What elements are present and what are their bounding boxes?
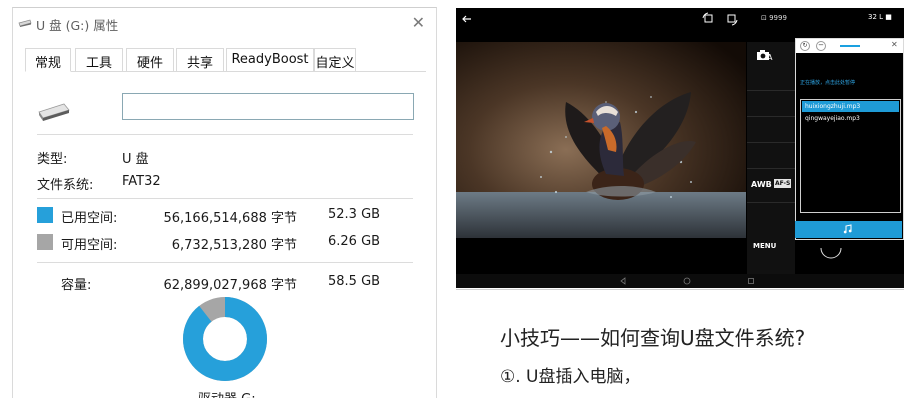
tab-label: 自定义 — [315, 56, 355, 71]
camera-controls-panel: A AWB AF-S MENU — [747, 42, 795, 274]
rotate-icon[interactable] — [724, 12, 738, 26]
type-label: 类型: — [37, 152, 68, 167]
section-divider — [37, 134, 413, 135]
tab-readyboost[interactable]: ReadyBoost — [226, 48, 314, 72]
filesystem-label: 文件系统: — [37, 178, 94, 193]
tab-tools[interactable]: 工具 — [75, 48, 123, 72]
tab-customize[interactable]: 自定义 — [314, 48, 356, 72]
music-note-icon — [843, 224, 852, 234]
tip-step-1: ①. U盘插入电脑， — [500, 367, 641, 387]
nav-back-icon[interactable] — [619, 277, 627, 285]
track-item[interactable]: qingwayejiao.mp3 — [802, 113, 899, 124]
free-space-label: 可用空间: — [61, 238, 118, 253]
section-divider — [37, 262, 413, 263]
status-bar-left: ⊡ 9999 — [761, 14, 787, 22]
drag-handle[interactable] — [840, 45, 860, 47]
capacity-size: 58.5 GB — [328, 274, 381, 289]
free-space-swatch — [37, 234, 53, 250]
back-arrow-icon[interactable] — [460, 12, 474, 26]
playback-hint[interactable]: 正在播放，点击此处暂停 — [800, 79, 855, 86]
tab-label: 工具 — [85, 56, 112, 71]
minus-icon[interactable]: − — [816, 41, 826, 51]
shutter-arc-icon[interactable] — [819, 244, 843, 260]
camera-preview-photo — [456, 42, 746, 238]
nav-recent-icon[interactable] — [747, 277, 755, 285]
panel-divider — [747, 202, 795, 203]
panel-divider — [747, 116, 795, 117]
capacity-bytes: 62,899,027,968 字节 — [163, 278, 297, 293]
image-divider — [456, 289, 904, 290]
section-divider — [37, 198, 413, 199]
tab-strip: 常规 工具 硬件 共享 ReadyBoost 自定义 — [25, 48, 356, 72]
usb-drive-icon — [18, 19, 32, 27]
panel-divider — [747, 168, 795, 169]
tab-label: 常规 — [34, 56, 61, 71]
dialog-title-bar[interactable]: U 盘 (G:) 属性 ✕ — [13, 8, 436, 38]
free-space-bytes: 6,732,513,280 字节 — [171, 238, 297, 253]
usb-drive-icon — [38, 103, 70, 121]
rotate-icon[interactable] — [702, 12, 716, 26]
disk-usage-donut — [183, 297, 267, 381]
popup-toolbar: ↻ − ✕ — [796, 39, 903, 53]
panel-divider — [747, 142, 795, 143]
drive-letter-label: 驱动器 G: — [198, 388, 256, 398]
track-item[interactable]: huixiongzhuji.mp3 — [802, 101, 899, 112]
free-space-size: 6.26 GB — [328, 234, 381, 249]
tab-divider — [25, 71, 426, 72]
filesystem-value: FAT32 — [122, 174, 161, 189]
tab-label: 共享 — [186, 56, 213, 71]
nav-home-icon[interactable] — [683, 277, 691, 285]
music-button[interactable] — [795, 221, 902, 238]
music-player-popup: ↻ − ✕ 正在播放，点击此处暂停 huixiongzhuji.mp3 qing… — [795, 38, 904, 240]
capacity-label: 容量: — [61, 278, 92, 293]
volume-name-input[interactable] — [122, 93, 414, 120]
dialog-title: U 盘 (G:) 属性 — [36, 18, 119, 33]
awb-button[interactable]: AWB — [751, 180, 772, 189]
used-space-bytes: 56,166,514,688 字节 — [163, 211, 297, 226]
tab-hardware[interactable]: 硬件 — [126, 48, 174, 72]
screenshot-root: U 盘 (G:) 属性 ✕ 常规 工具 硬件 共享 ReadyBoost 自定义… — [0, 0, 904, 398]
close-icon[interactable]: ✕ — [891, 40, 898, 49]
status-bar-right: 32 L ■ — [868, 13, 892, 21]
tab-label: ReadyBoost — [231, 52, 309, 67]
close-icon[interactable]: ✕ — [412, 13, 425, 32]
menu-button[interactable]: MENU — [753, 242, 776, 250]
phone-screenshot: ⊡ 9999 32 L ■ A AWB AF-S MENU ↻ − ✕ 正在播放… — [456, 8, 904, 288]
af-mode-badge[interactable]: AF-S — [774, 179, 792, 188]
tip-title: 小技巧——如何查询U盘文件系统? — [500, 326, 806, 350]
used-space-size: 52.3 GB — [328, 207, 381, 222]
android-nav-bar — [456, 274, 904, 288]
panel-divider — [747, 90, 795, 91]
tab-sharing[interactable]: 共享 — [176, 48, 224, 72]
donut-used-ring — [183, 297, 267, 381]
type-value: U 盘 — [122, 152, 149, 167]
tab-general[interactable]: 常规 — [25, 48, 71, 72]
tab-label: 硬件 — [136, 56, 163, 71]
track-list: huixiongzhuji.mp3 qingwayejiao.mp3 — [800, 99, 901, 213]
refresh-icon[interactable]: ↻ — [800, 41, 810, 51]
used-space-swatch — [37, 207, 53, 223]
used-space-label: 已用空间: — [61, 211, 118, 226]
camera-mode-letter: A — [767, 53, 773, 62]
drive-properties-dialog: U 盘 (G:) 属性 ✕ 常规 工具 硬件 共享 ReadyBoost 自定义… — [12, 7, 437, 398]
